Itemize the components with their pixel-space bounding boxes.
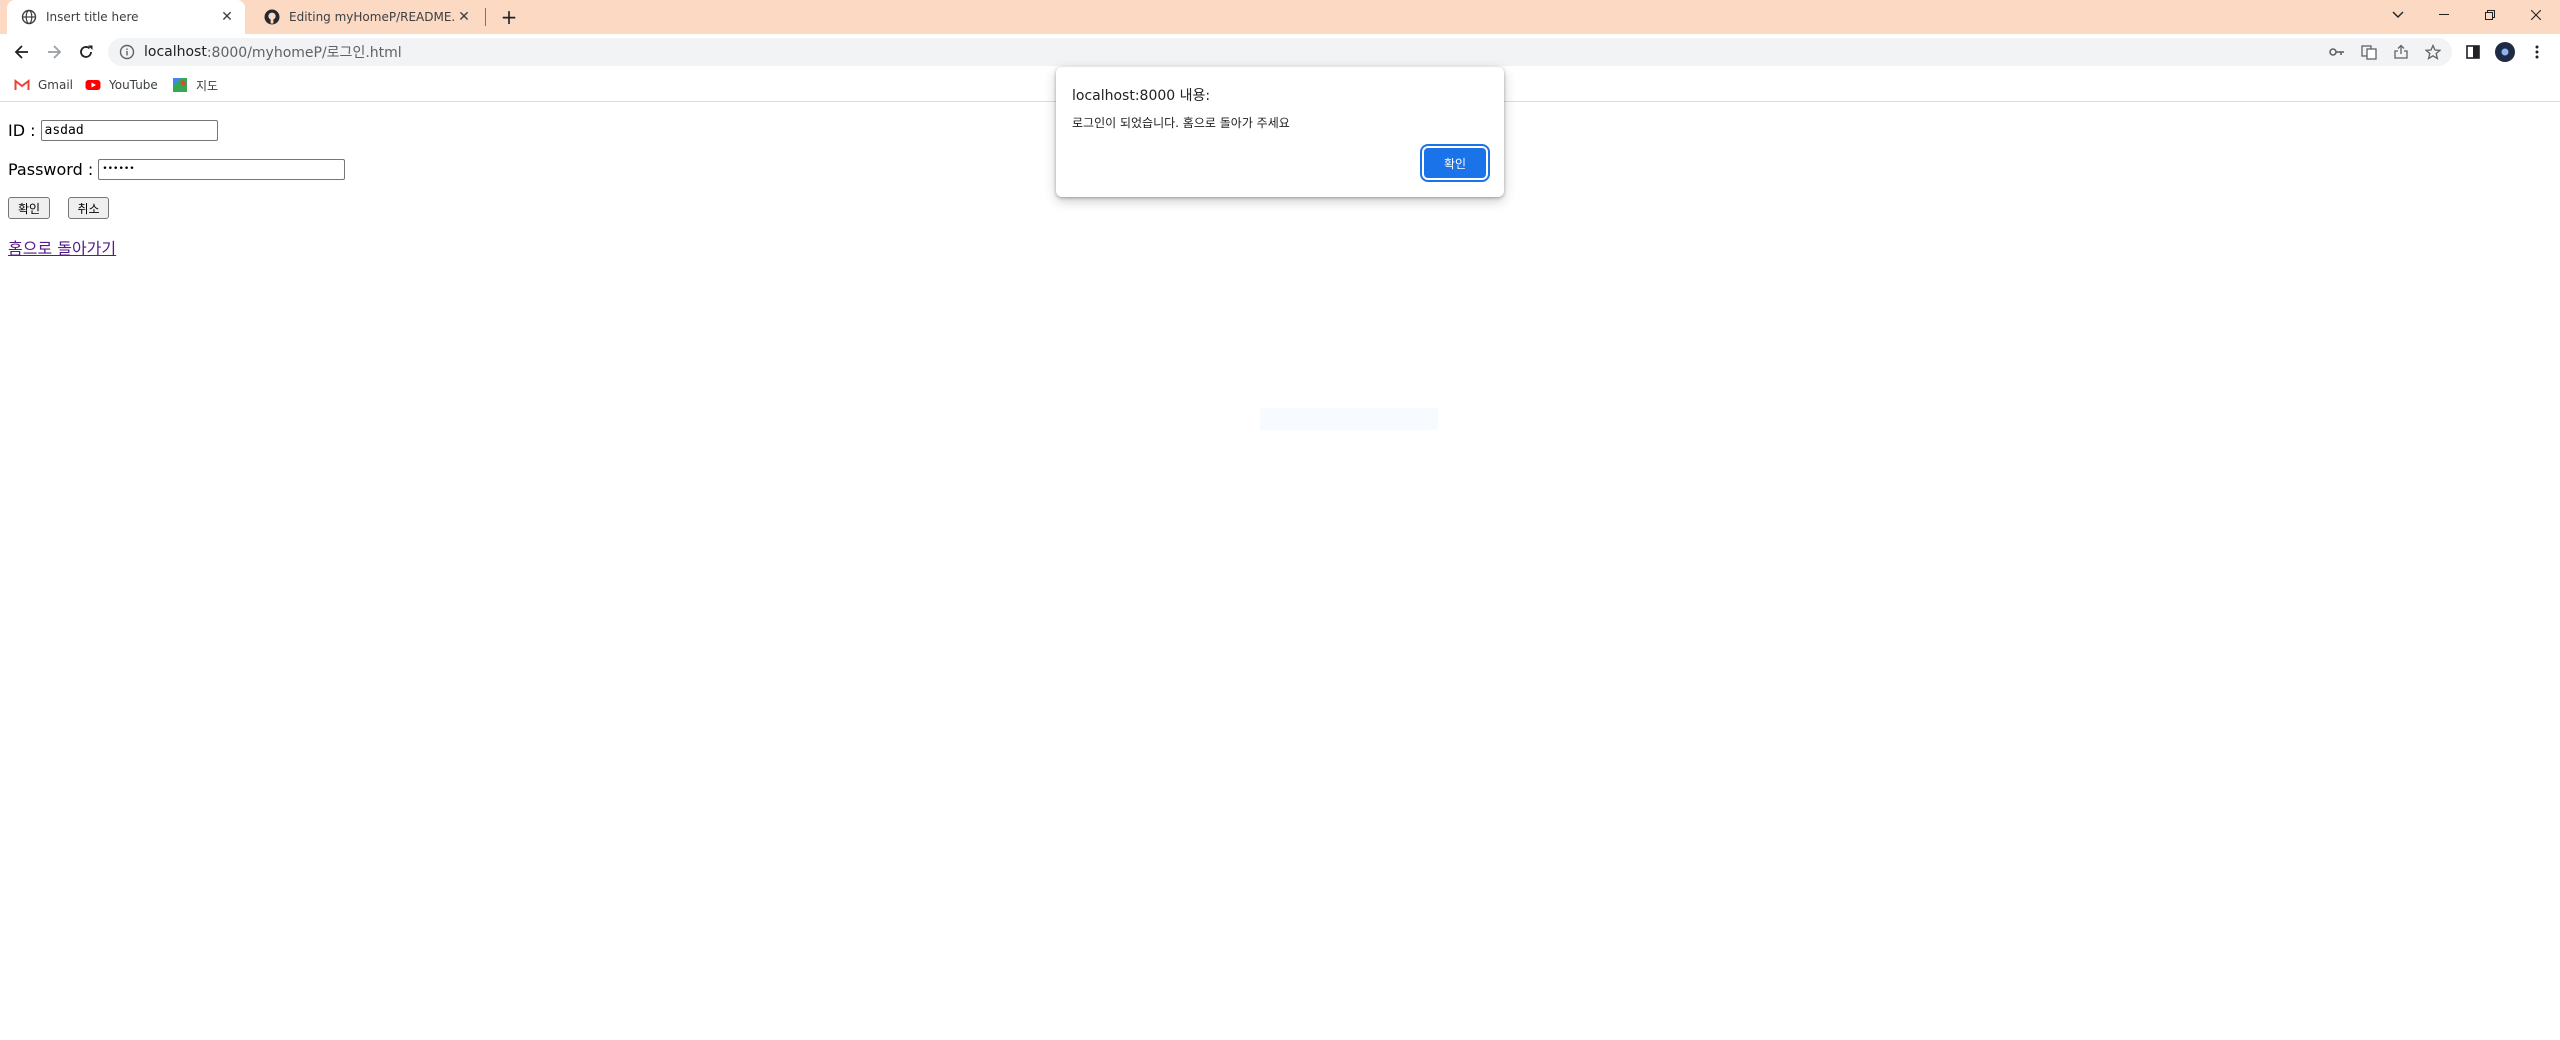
youtube-icon	[85, 80, 101, 90]
bookmark-label: YouTube	[109, 78, 158, 92]
confirm-button[interactable]: 확인	[8, 197, 50, 219]
info-icon[interactable]	[119, 44, 135, 60]
arrow-left-icon	[14, 45, 28, 59]
share-icon[interactable]	[2390, 41, 2412, 63]
tab-search-icon[interactable]	[2376, 0, 2420, 30]
maps-icon	[173, 78, 187, 92]
id-input[interactable]: asdad	[40, 119, 218, 141]
password-row: Password : ••••••	[8, 158, 346, 180]
close-window-button[interactable]	[2514, 0, 2558, 30]
id-row: ID : asdad	[8, 119, 218, 141]
password-label: Password :	[8, 159, 94, 179]
bookmark-label: Gmail	[38, 78, 74, 92]
id-label: ID :	[8, 120, 36, 140]
bookmark-youtube[interactable]: YouTube	[85, 74, 158, 96]
password-input[interactable]: ••••••	[98, 158, 346, 180]
tab-active[interactable]: Insert title here ✕	[7, 0, 245, 34]
page-content: ID : asdad Password : •••••• 확인 취소 홈으로 돌…	[0, 103, 2560, 1040]
dialog-message: 로그인이 되었습니다. 홈으로 돌아가 주세요	[1072, 116, 1290, 130]
more-menu-icon[interactable]	[2526, 41, 2548, 63]
dialog-title: localhost:8000 내용:	[1072, 88, 1211, 104]
cancel-button[interactable]: 취소	[68, 197, 109, 219]
gmail-icon	[14, 78, 30, 90]
alert-dialog: localhost:8000 내용: 로그인이 되었습니다. 홈으로 돌아가 주…	[1056, 67, 1504, 197]
globe-icon	[21, 9, 37, 25]
close-icon[interactable]: ✕	[454, 7, 474, 27]
new-tab-button[interactable]: +	[498, 5, 520, 29]
url-path: :8000/myhomeP/로그인.html	[206, 45, 402, 61]
bookmark-gmail[interactable]: Gmail	[14, 74, 73, 96]
tab-title: Editing myHomeP/README.md	[289, 10, 454, 24]
minimize-button[interactable]	[2422, 0, 2466, 30]
dialog-ok-button[interactable]: 확인	[1424, 148, 1486, 178]
translate-icon[interactable]	[2358, 41, 2380, 63]
tab-inactive[interactable]: Editing myHomeP/README.md ✕	[250, 0, 482, 34]
address-bar[interactable]: localhost:8000/myhomeP/로그인.html	[108, 38, 2452, 66]
bookmark-label: 지도	[196, 78, 219, 93]
reload-icon	[80, 45, 93, 58]
tab-strip: Insert title here ✕ Editing myHomeP/READ…	[0, 0, 2560, 34]
back-button[interactable]	[8, 38, 36, 66]
restore-button[interactable]	[2468, 0, 2512, 30]
key-icon[interactable]	[2326, 41, 2348, 63]
forward-button[interactable]	[40, 38, 68, 66]
bookmark-maps[interactable]: 지도	[172, 74, 218, 96]
tab-separator	[485, 8, 486, 26]
avatar[interactable]	[2494, 41, 2516, 63]
star-icon[interactable]	[2422, 41, 2444, 63]
faded-toolbar-ghost	[1260, 408, 1438, 430]
arrow-right-icon	[48, 45, 62, 59]
home-link[interactable]: 홈으로 돌아가기	[8, 235, 116, 259]
url-host: localhost	[144, 44, 207, 60]
tab-title: Insert title here	[46, 10, 139, 24]
close-icon[interactable]: ✕	[217, 7, 237, 27]
reload-button[interactable]	[72, 38, 100, 66]
browser-toolbar: localhost:8000/myhomeP/로그인.html	[0, 34, 2560, 70]
github-icon	[264, 9, 280, 25]
side-panel-icon[interactable]	[2462, 41, 2484, 63]
